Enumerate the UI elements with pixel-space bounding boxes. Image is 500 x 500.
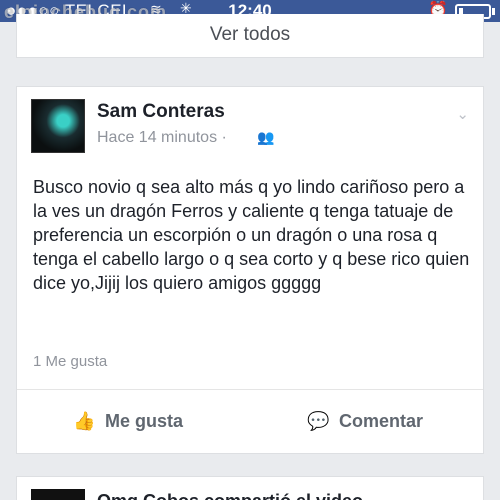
divider (17, 389, 483, 390)
avatar[interactable] (31, 99, 85, 153)
like-button[interactable]: 👍 Me gusta (73, 411, 183, 432)
post-author[interactable]: Sam Conteras (97, 101, 225, 123)
comment-icon: 💬 (307, 411, 330, 431)
avatar[interactable] (31, 489, 85, 500)
likes-count[interactable]: 1 Me gusta (33, 353, 107, 370)
post-text: Busco novio q sea alto más q yo lindo ca… (33, 177, 470, 293)
post-time-ago: Hace 14 minutos (97, 129, 218, 146)
battery-tip (492, 8, 495, 15)
thumbs-up-icon: 👍 (73, 411, 96, 431)
post-timestamp: Hace 14 minutos · (97, 129, 227, 147)
like-label: Me gusta (105, 411, 184, 431)
separator: · (221, 129, 227, 146)
next-card: Omg Cobos compartió el video (16, 476, 484, 500)
chevron-down-icon[interactable]: ⌄ (456, 105, 469, 123)
comment-label: Comentar (339, 411, 424, 431)
comment-button[interactable]: 💬 Comentar (307, 411, 423, 432)
previous-card: Ver todos (16, 14, 484, 58)
post-card: Sam Conteras Hace 14 minutos · 👥 ⌄ Busco… (16, 86, 484, 454)
next-post-header: Omg Cobos compartió el video (97, 491, 363, 500)
friends-icon: 👥 (257, 129, 275, 145)
see-all-link[interactable]: Ver todos (17, 24, 483, 46)
